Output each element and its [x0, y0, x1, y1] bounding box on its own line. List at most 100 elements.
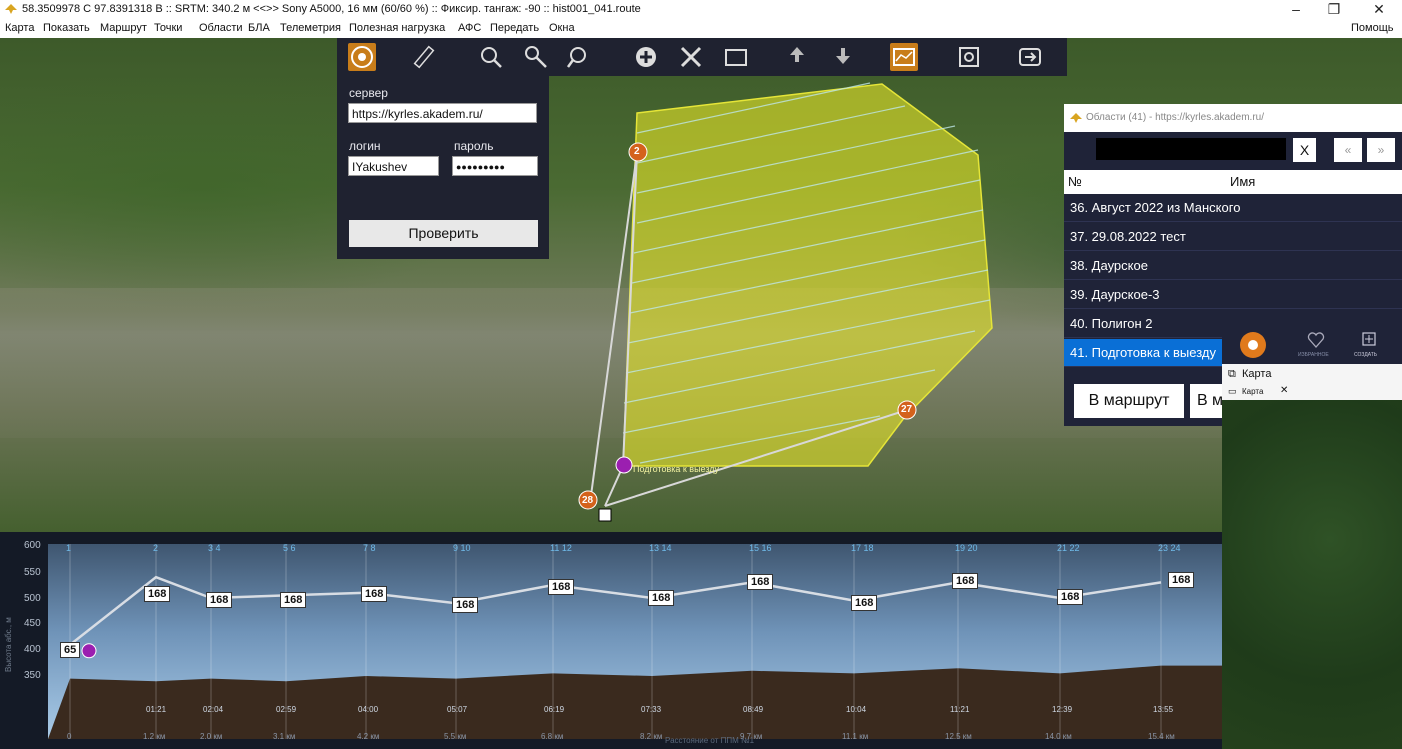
mini-map-view[interactable] [1222, 400, 1402, 749]
waypoint-tick: 17 18 [851, 543, 874, 553]
upload-button[interactable] [783, 43, 811, 71]
clear-search-button[interactable]: X [1293, 138, 1316, 162]
altitude-label[interactable]: 168 [747, 574, 774, 590]
menu-uav[interactable]: БЛА [248, 22, 270, 34]
area-row[interactable]: 39. Даурское-3 [1064, 281, 1402, 309]
altitude-label[interactable]: 168 [851, 595, 878, 611]
prev-page-button[interactable]: « [1334, 138, 1362, 162]
heart-icon[interactable] [1307, 332, 1325, 348]
survey-polygon [622, 83, 993, 467]
login-input[interactable]: IYakushev [348, 156, 439, 176]
time-tick: 12:39 [1052, 705, 1073, 714]
search-key-button[interactable] [522, 43, 550, 71]
time-tick: 10:04 [846, 705, 867, 714]
x-tick: 14.0 км [1045, 732, 1072, 741]
menu-transfer[interactable]: Передать [490, 22, 539, 34]
menu-help[interactable]: Помощь [1351, 22, 1394, 34]
check-button[interactable]: Проверить [349, 220, 538, 247]
mini-window-topbar: ИЗБРАННОЕ СОЗДАТЬ [1222, 324, 1402, 364]
aperture-button[interactable] [348, 43, 376, 71]
area-row[interactable]: 37. 29.08.2022 тест [1064, 223, 1402, 251]
zoom-button[interactable] [477, 43, 505, 71]
altitude-label[interactable]: 168 [361, 586, 388, 602]
takeoff-marker[interactable] [81, 643, 97, 659]
x-axis-label: Расстояние от ППМ №1 [665, 736, 755, 745]
time-tick: 02:59 [276, 705, 297, 714]
x-tick: 12.5 км [945, 732, 972, 741]
waypoint-tick: 5 6 [283, 543, 296, 553]
altitude-label[interactable]: 168 [280, 592, 307, 608]
profile-plot [48, 544, 1222, 739]
zoom-out-button[interactable] [565, 43, 593, 71]
areas-table-header: № Имя [1064, 170, 1402, 194]
next-page-button[interactable]: » [1367, 138, 1395, 162]
area-row[interactable]: 36. Август 2022 из Манского [1064, 194, 1402, 222]
server-label: сервер [349, 86, 388, 100]
menu-payload[interactable]: Полезная нагрузка [349, 22, 445, 34]
x-tick: 11.1 км [842, 732, 869, 741]
menu-map[interactable]: Карта [5, 22, 34, 34]
aperture-icon [351, 46, 373, 68]
minimize-button[interactable]: – [1281, 1, 1311, 17]
areas-panel-header: Области (41) - https://kyrles.akadem.ru/ [1064, 104, 1402, 132]
menu-areas[interactable]: Области [199, 22, 243, 34]
altitude-label[interactable]: 168 [206, 592, 233, 608]
x-tick: 0 [67, 732, 72, 741]
menu-points[interactable]: Точки [154, 22, 182, 34]
server-input[interactable]: https://kyrles.akadem.ru/ [348, 103, 537, 123]
altitude-label[interactable]: 168 [1057, 589, 1084, 605]
window-title: 58.3509978 С 97.8391318 В :: SRTM: 340.2… [22, 3, 641, 15]
menu-afs[interactable]: АФС [458, 22, 481, 34]
altitude-label[interactable]: 168 [952, 573, 979, 589]
download-button[interactable] [829, 43, 857, 71]
y-tick: 500 [24, 593, 41, 604]
aperture-icon[interactable] [1238, 330, 1268, 360]
plus-box-icon[interactable] [1362, 332, 1376, 346]
maximize-button[interactable]: ❐ [1319, 1, 1349, 18]
exit-button[interactable] [1016, 43, 1044, 71]
time-tick: 11:21 [950, 705, 970, 714]
settings-button[interactable] [955, 43, 983, 71]
altitude-label[interactable]: 168 [548, 579, 575, 595]
waypoint-tick: 15 16 [749, 543, 772, 553]
download-icon [836, 48, 850, 64]
area-center-icon[interactable] [615, 456, 633, 474]
altitude-label[interactable]: 168 [144, 586, 171, 602]
menu-route[interactable]: Маршрут [100, 22, 147, 34]
close-button[interactable]: ✕ [1364, 1, 1394, 18]
profile-button[interactable] [890, 43, 918, 71]
photo-button[interactable] [722, 43, 750, 71]
terrain-area [48, 665, 1222, 739]
close-tab-icon[interactable]: ✕ [1280, 385, 1288, 396]
menu-windows[interactable]: Окна [549, 22, 575, 34]
zoom-out-icon [566, 47, 586, 68]
map-tab[interactable]: Карта [1242, 387, 1263, 396]
zoom-icon [481, 47, 502, 68]
to-route-button[interactable]: В маршрут [1074, 384, 1184, 418]
profile-svg [48, 544, 1222, 739]
waypoint-tick: 7 8 [363, 543, 376, 553]
areas-search-input[interactable] [1096, 138, 1286, 160]
menu-show[interactable]: Показать [43, 22, 90, 34]
mini-map-window: ИЗБРАННОЕ СОЗДАТЬ ⧉ Карта ▭ Карта ✕ [1222, 324, 1402, 749]
y-tick: 350 [24, 670, 41, 681]
altitude-label[interactable]: 168 [1168, 572, 1195, 588]
area-row[interactable]: 38. Даурское [1064, 252, 1402, 280]
altitude-label[interactable]: 168 [452, 597, 479, 613]
camera-icon[interactable] [598, 508, 612, 522]
altitude-label[interactable]: 65 [60, 642, 81, 658]
add-point-button[interactable] [632, 43, 660, 71]
time-tick: 08:49 [743, 705, 764, 714]
map-tab-title[interactable]: Карта [1242, 368, 1271, 380]
altitude-label[interactable]: 168 [648, 590, 675, 606]
tools-button[interactable] [677, 43, 705, 71]
waypoint-tick: 2 [153, 543, 159, 553]
ruler-button[interactable] [410, 43, 438, 71]
altitude-profile-panel: Высота абс., м 600 550 500 450 400 350 0… [0, 532, 1222, 749]
menu-telemetry[interactable]: Телеметрия [280, 22, 341, 34]
y-tick: 550 [24, 567, 41, 578]
password-input[interactable]: ●●●●●●●●● [452, 156, 538, 176]
title-bar: 58.3509978 С 97.8391318 В :: SRTM: 340.2… [0, 0, 1402, 19]
waypoint-start-label: 2 [634, 146, 640, 157]
y-tick: 600 [24, 540, 41, 551]
